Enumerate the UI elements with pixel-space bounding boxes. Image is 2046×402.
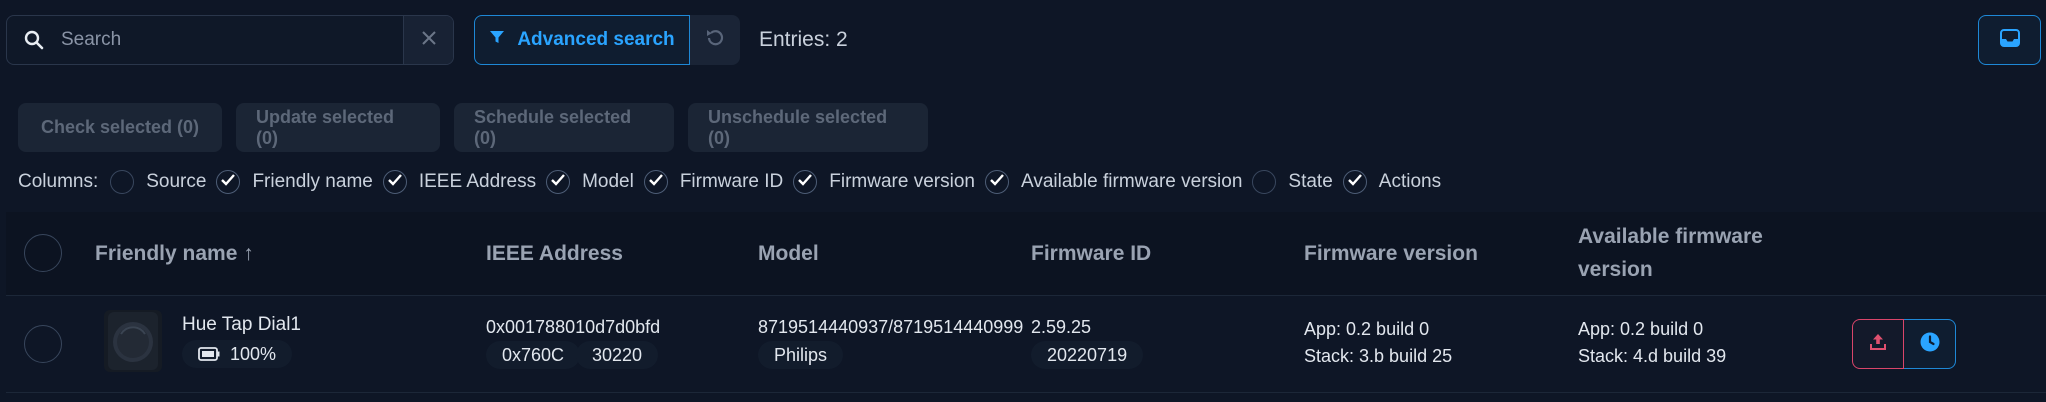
check-icon: [550, 171, 566, 193]
device-image: [104, 310, 162, 372]
unschedule-selected-button[interactable]: Unschedule selected (0): [688, 103, 928, 152]
header-firmware-id[interactable]: Firmware ID: [1031, 242, 1151, 266]
entries-count: Entries: 2: [759, 28, 848, 51]
column-toggle-label: Firmware version: [829, 171, 975, 192]
column-toggle-label: IEEE Address: [418, 171, 537, 192]
bulk-actions: Check selected (0) Update selected (0) S…: [18, 103, 928, 152]
checkbox-checked[interactable]: [1342, 170, 1367, 194]
checkbox[interactable]: [110, 170, 135, 194]
row-select-checkbox[interactable]: [24, 325, 62, 363]
column-toggles: Columns: Source Friendly name IEEE Addre…: [18, 170, 1451, 194]
checkbox-checked[interactable]: [793, 170, 818, 194]
available-app-version: App: 0.2 build 0: [1578, 319, 1704, 339]
update-firmware-button[interactable]: [1852, 319, 1904, 369]
column-toggle-friendly-name[interactable]: Friendly name: [216, 170, 373, 194]
check-selected-button[interactable]: Check selected (0): [18, 103, 222, 152]
check-icon: [989, 171, 1005, 193]
inbox-button[interactable]: [1978, 15, 2041, 65]
device-friendly-name[interactable]: Hue Tap Dial1: [182, 314, 301, 336]
schedule-selected-button[interactable]: Schedule selected (0): [454, 103, 674, 152]
reset-button[interactable]: [690, 15, 740, 65]
column-toggle-firmware-version[interactable]: Firmware version: [793, 170, 975, 194]
ieee-address[interactable]: 0x001788010d7d0bfd: [486, 317, 660, 338]
filter-icon: [489, 29, 505, 51]
column-toggle-model[interactable]: Model: [546, 170, 634, 194]
checkbox-checked[interactable]: [216, 170, 241, 194]
model-id[interactable]: 8719514440937/8719514440999: [758, 317, 1023, 338]
close-icon: [421, 30, 437, 51]
search-icon: [7, 16, 61, 64]
network-address-badge: 0x760C: [486, 341, 581, 369]
header-firmware-version[interactable]: Firmware version: [1304, 242, 1478, 266]
vendor-badge: Philips: [758, 341, 844, 369]
battery-icon: [198, 347, 220, 361]
checkbox[interactable]: [1252, 170, 1277, 194]
clock-icon: [1919, 331, 1941, 358]
checkbox-checked[interactable]: [643, 170, 668, 194]
header-friendly-name[interactable]: Friendly name ↑: [95, 242, 254, 266]
columns-label: Columns:: [18, 171, 99, 192]
advanced-search-label: Advanced search: [517, 29, 675, 50]
battery-level: 100%: [230, 343, 277, 364]
undo-icon: [704, 27, 726, 54]
column-toggle-state[interactable]: State: [1252, 170, 1333, 194]
column-toggle-ieee-address[interactable]: IEEE Address: [382, 170, 537, 194]
firmware-app-version: App: 0.2 build 0: [1304, 319, 1430, 339]
column-toggle-label: Actions: [1378, 171, 1442, 192]
header-available-firmware[interactable]: Available firmware: [1578, 225, 1763, 249]
column-toggle-firmware-id[interactable]: Firmware ID: [643, 170, 784, 194]
check-icon: [220, 171, 236, 193]
header-ieee-address[interactable]: IEEE Address: [486, 242, 623, 266]
firmware-date-badge: 20220719: [1031, 341, 1144, 369]
lqi-badge: 30220: [576, 341, 659, 369]
clear-search-button[interactable]: [403, 16, 453, 64]
checkbox-checked[interactable]: [382, 170, 407, 194]
column-toggle-label: Friendly name: [252, 171, 373, 192]
checkbox-checked[interactable]: [546, 170, 571, 194]
search-input[interactable]: [61, 16, 403, 64]
column-toggle-label: Model: [582, 171, 634, 192]
upload-icon: [1868, 332, 1888, 357]
advanced-search-button[interactable]: Advanced search: [474, 15, 690, 65]
column-toggle-label: State: [1288, 171, 1333, 192]
check-icon: [387, 171, 403, 193]
check-icon: [797, 171, 813, 193]
column-toggle-source[interactable]: Source: [110, 170, 206, 194]
column-toggle-label: Source: [146, 171, 207, 192]
check-icon: [1347, 171, 1363, 193]
search-group: [6, 15, 454, 65]
check-icon: [648, 171, 664, 193]
column-toggle-label: Available firmware version: [1020, 171, 1243, 192]
checkbox-checked[interactable]: [984, 170, 1009, 194]
row-actions: [1852, 319, 1956, 369]
firmware-stack-version: Stack: 3.b build 25: [1304, 346, 1453, 366]
select-all-checkbox[interactable]: [24, 234, 62, 272]
column-toggle-actions[interactable]: Actions: [1342, 170, 1442, 194]
battery-badge: 100%: [182, 340, 293, 368]
firmware-id: 2.59.25: [1031, 317, 1092, 337]
table-row: Hue Tap Dial1 100% 0x001788010d7d0bfd 0x…: [6, 297, 2046, 393]
table-header: Friendly name ↑ IEEE Address Model Firmw…: [6, 212, 2046, 296]
column-toggle-label: Firmware ID: [679, 171, 784, 192]
update-selected-button[interactable]: Update selected (0): [236, 103, 440, 152]
header-available-firmware-line2[interactable]: version: [1578, 258, 1653, 282]
column-toggle-available-firmware[interactable]: Available firmware version: [984, 170, 1243, 194]
schedule-update-button[interactable]: [1904, 319, 1956, 369]
inbox-icon: [1999, 28, 2021, 53]
header-model[interactable]: Model: [758, 242, 819, 266]
available-stack-version: Stack: 4.d build 39: [1578, 346, 1727, 366]
